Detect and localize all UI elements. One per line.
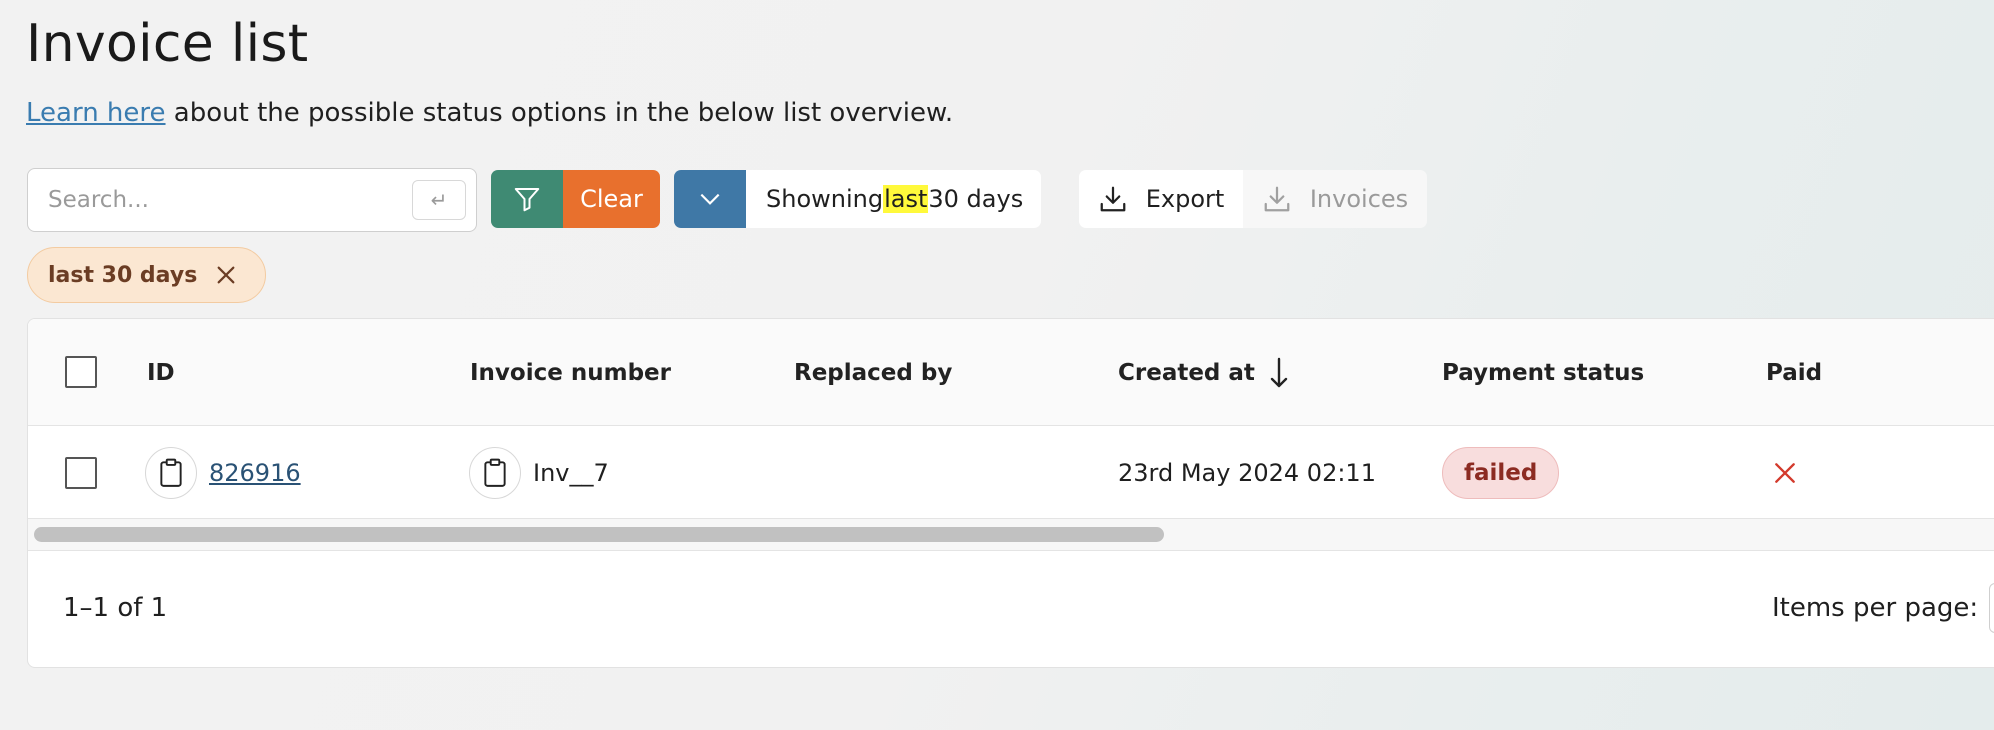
x-icon	[1775, 462, 1795, 483]
pagination-range: 1–1 of 1	[63, 593, 168, 623]
export-button[interactable]: Export	[1079, 170, 1243, 228]
items-per-page-label: Items per page:	[1772, 593, 1979, 623]
invoices-download-button[interactable]: Invoices	[1243, 170, 1427, 228]
invoice-id-link[interactable]: 826916	[209, 459, 301, 487]
date-range-dropdown-button[interactable]	[674, 170, 746, 228]
range-prefix: Showning	[766, 185, 884, 213]
date-range-group: Showning last 30 days	[674, 170, 1042, 228]
arrow-down-icon	[1270, 357, 1288, 387]
date-range-label: Showning last 30 days	[746, 170, 1041, 228]
active-filter-chip: last 30 days	[27, 247, 266, 303]
export-button-group: Export Invoices	[1079, 170, 1427, 228]
filter-button[interactable]	[491, 170, 563, 228]
page-subtitle: Learn here about the possible status opt…	[26, 98, 953, 128]
scrollbar-thumb[interactable]	[34, 527, 1164, 542]
enter-key-button[interactable]: ↵	[412, 180, 466, 220]
range-highlight: last	[883, 185, 929, 213]
search-input[interactable]	[28, 187, 388, 213]
id-cell: 826916	[145, 426, 301, 519]
column-header-created-at[interactable]: Created at	[1118, 319, 1289, 426]
filter-icon	[514, 188, 540, 212]
table-row[interactable]: 826916 Inv__7 23rd May 2024 02:11 failed	[28, 426, 1994, 519]
table-header: ID Invoice number Replaced by Created at…	[28, 319, 1994, 426]
clipboard-icon	[484, 458, 506, 487]
horizontal-scrollbar[interactable]	[28, 519, 1994, 551]
copy-invoice-number-button[interactable]	[469, 446, 521, 499]
export-label: Export	[1145, 185, 1225, 213]
invoices-label: Invoices	[1309, 185, 1409, 213]
row-checkbox[interactable]	[65, 457, 97, 489]
filter-button-group: Clear	[491, 170, 660, 228]
learn-here-link[interactable]: Learn here	[26, 98, 166, 128]
copy-id-button[interactable]	[145, 446, 197, 499]
clear-button[interactable]: Clear	[563, 170, 660, 228]
download-icon	[1264, 186, 1290, 212]
status-badge: failed	[1442, 446, 1560, 499]
column-header-payment-status[interactable]: Payment status	[1442, 319, 1644, 426]
items-per-page-select[interactable]	[1989, 583, 1994, 633]
column-header-replaced-by[interactable]: Replaced by	[794, 319, 952, 426]
payment-status-cell: failed	[1442, 426, 1560, 519]
invoice-table-card: ID Invoice number Replaced by Created at…	[27, 318, 1994, 668]
clipboard-icon	[160, 458, 182, 487]
range-suffix: 30 days	[928, 185, 1024, 213]
close-icon[interactable]	[215, 264, 237, 286]
chevron-down-icon	[700, 193, 720, 205]
page-title: Invoice list	[26, 14, 309, 74]
download-icon	[1100, 186, 1126, 212]
subtitle-text: about the possible status options in the…	[165, 98, 954, 128]
column-header-id[interactable]: ID	[147, 319, 175, 426]
enter-key-icon: ↵	[430, 188, 448, 212]
created-at-label: Created at	[1118, 359, 1255, 386]
select-all-checkbox[interactable]	[65, 356, 97, 388]
created-at-cell: 23rd May 2024 02:11	[1118, 458, 1376, 487]
invoice-number-cell: Inv__7	[469, 426, 609, 519]
search-box: ↵	[27, 168, 477, 232]
chip-label: last 30 days	[48, 262, 198, 288]
invoice-number-text: Inv__7	[533, 458, 609, 487]
column-header-paid[interactable]: Paid	[1766, 319, 1822, 426]
invoice-list-page: Invoice list Learn here about the possib…	[0, 0, 1994, 730]
column-header-invoice-number[interactable]: Invoice number	[470, 319, 671, 426]
paid-cell	[1772, 426, 1798, 519]
